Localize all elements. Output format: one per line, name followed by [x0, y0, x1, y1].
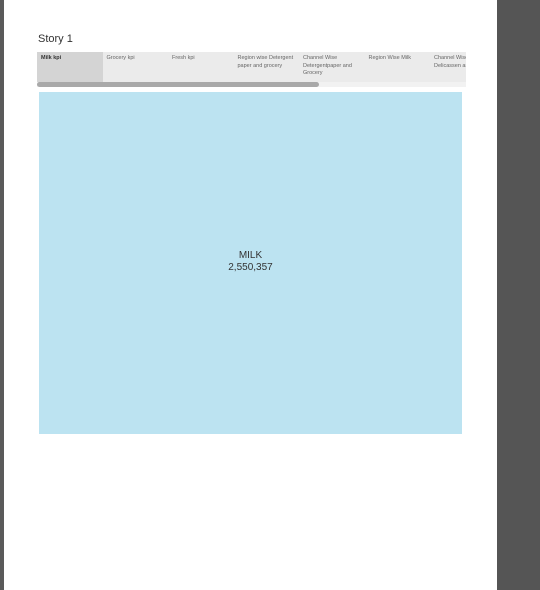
kpi-text: MILK 2,550,357 — [39, 250, 462, 274]
navigator-scrollbar[interactable] — [37, 82, 466, 87]
story-navigator: Milk kpi Grocery kpi Fresh kpi Region wi… — [37, 52, 466, 82]
story-point-channel-delicassen-frozen[interactable]: Channel Wise Delicassen and Frozen — [430, 52, 466, 82]
left-rail — [0, 0, 4, 590]
story-title: Story 1 — [38, 33, 73, 45]
milk-kpi-tile[interactable]: MILK 2,550,357 — [39, 92, 462, 434]
story-point-grocery-kpi[interactable]: Grocery kpi — [103, 52, 169, 82]
right-side-panel — [497, 0, 540, 590]
scrollbar-thumb[interactable] — [37, 82, 319, 87]
story-point-channel-detergent-grocery[interactable]: Channel Wise Detergentpaper and Grocery — [299, 52, 365, 82]
story-point-fresh-kpi[interactable]: Fresh kpi — [168, 52, 234, 82]
kpi-value: 2,550,357 — [228, 262, 273, 273]
kpi-label: MILK — [238, 250, 263, 261]
story-point-region-milk[interactable]: Region Wise Milk — [365, 52, 431, 82]
story-point-region-detergent-grocery[interactable]: Region wise Detergent paper and grocery — [234, 52, 300, 82]
story-point-milk-kpi[interactable]: Milk kpi — [37, 52, 103, 82]
